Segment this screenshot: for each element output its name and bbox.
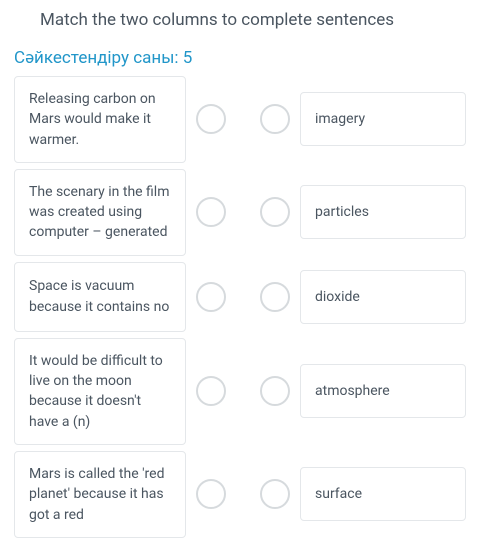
left-connector[interactable] (196, 479, 226, 509)
left-prompt-text: Space is vacuum because it contains no (29, 276, 171, 317)
right-answer-text: surface (315, 484, 362, 504)
left-prompt-text: The scenary in the film was created usin… (29, 182, 171, 243)
right-connector[interactable] (260, 376, 290, 406)
left-prompt-card[interactable]: Mars is called the 'red planet' because … (14, 451, 186, 538)
right-answer-card[interactable]: particles (300, 185, 466, 239)
left-connector[interactable] (196, 282, 226, 312)
right-answer-card[interactable]: dioxide (300, 270, 466, 324)
match-count-label: Сәйкестендіру саны: 5 (14, 48, 486, 68)
left-prompt-card[interactable]: It would be difficult to live on the moo… (14, 338, 186, 445)
left-prompt-text: Mars is called the 'red planet' because … (29, 464, 171, 525)
match-row: The scenary in the film was created usin… (14, 169, 486, 256)
right-connector[interactable] (260, 282, 290, 312)
left-connector[interactable] (196, 104, 226, 134)
right-answer-text: imagery (315, 109, 365, 129)
right-answer-text: atmosphere (315, 381, 390, 401)
left-prompt-card[interactable]: The scenary in the film was created usin… (14, 169, 186, 256)
match-row: Space is vacuum because it contains no d… (14, 262, 486, 332)
page-title: Match the two columns to complete senten… (40, 10, 486, 30)
match-row: Releasing carbon on Mars would make it w… (14, 76, 486, 163)
left-connector[interactable] (196, 197, 226, 227)
right-answer-text: particles (315, 202, 369, 222)
right-answer-card[interactable]: surface (300, 467, 466, 521)
left-prompt-text: Releasing carbon on Mars would make it w… (29, 89, 171, 150)
match-row: Mars is called the 'red planet' because … (14, 451, 486, 538)
left-prompt-card[interactable]: Releasing carbon on Mars would make it w… (14, 76, 186, 163)
right-connector[interactable] (260, 104, 290, 134)
match-row: It would be difficult to live on the moo… (14, 338, 486, 445)
left-prompt-text: It would be difficult to live on the moo… (29, 351, 171, 432)
right-answer-card[interactable]: atmosphere (300, 364, 466, 418)
match-rows: Releasing carbon on Mars would make it w… (14, 76, 486, 538)
right-connector[interactable] (260, 197, 290, 227)
left-connector[interactable] (196, 376, 226, 406)
right-answer-text: dioxide (315, 287, 360, 307)
right-connector[interactable] (260, 479, 290, 509)
left-prompt-card[interactable]: Space is vacuum because it contains no (14, 262, 186, 332)
right-answer-card[interactable]: imagery (300, 92, 466, 146)
